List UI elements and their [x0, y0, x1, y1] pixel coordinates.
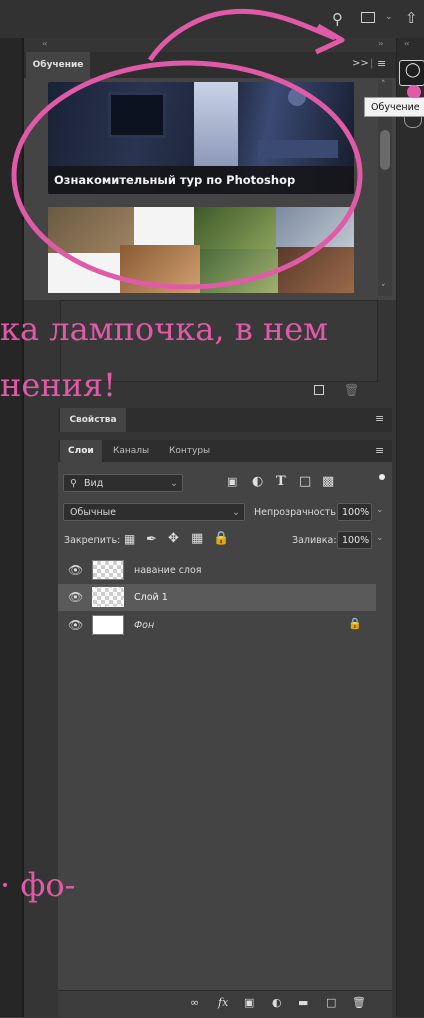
- delete-layer-icon[interactable]: 🗑: [352, 996, 366, 1009]
- visibility-eye-icon[interactable]: 👁: [68, 563, 83, 577]
- brush-icon[interactable]: ✒: [146, 532, 157, 547]
- new-layer-icon[interactable]: □: [326, 996, 336, 1009]
- chevron-down-icon: ⌄: [232, 507, 240, 518]
- group-folder-icon[interactable]: ▬: [298, 996, 308, 1009]
- trash-icon: 🗑: [344, 383, 360, 397]
- layer-name[interactable]: навание слоя: [134, 565, 202, 576]
- fill-input[interactable]: 100%: [337, 531, 372, 549]
- layer-filter-label: Вид: [84, 478, 104, 489]
- layer-thumbnail: [92, 560, 124, 580]
- layers-menu-icon[interactable]: ≡: [375, 444, 384, 457]
- chevron-down-icon[interactable]: ⌄: [376, 533, 384, 543]
- blend-mode-value: Обычные: [70, 507, 117, 518]
- adjustment-layer-icon[interactable]: ◐: [272, 996, 282, 1009]
- opacity-input[interactable]: 100%: [337, 503, 372, 521]
- filter-smart-object-icon[interactable]: ▩: [322, 474, 334, 489]
- layer-row[interactable]: 👁 Фон 🔒: [58, 612, 376, 639]
- tab-layers[interactable]: Слои: [68, 440, 94, 462]
- filter-shape-icon[interactable]: □: [299, 474, 311, 489]
- tab-paths[interactable]: Контуры: [169, 440, 210, 462]
- properties-menu-icon[interactable]: ≡: [375, 412, 384, 425]
- lock-transparent-icon[interactable]: ▦: [124, 532, 135, 546]
- mask-icon[interactable]: ▣: [244, 996, 254, 1009]
- layer-row-selected[interactable]: 👁 Слой 1: [58, 584, 376, 611]
- layers-header: [58, 440, 392, 462]
- layer-filter-select[interactable]: ⚲ Вид ⌄: [63, 474, 183, 492]
- overlay-text-line3: · фо-: [0, 866, 76, 904]
- new-item-icon[interactable]: [314, 385, 324, 395]
- lock-label: Закрепить:: [64, 535, 121, 546]
- layer-thumbnail: [92, 587, 124, 607]
- visibility-eye-icon[interactable]: 👁: [68, 590, 83, 604]
- overlay-text-line1: ка лампочка, в нем: [0, 310, 329, 348]
- fx-icon[interactable]: fx: [218, 996, 228, 1009]
- filter-type-icon[interactable]: T: [276, 474, 286, 489]
- tab-properties[interactable]: Свойства: [60, 408, 126, 432]
- filter-toggle-icon[interactable]: [379, 474, 385, 480]
- link-layers-icon[interactable]: ∞: [190, 996, 199, 1009]
- lock-icon: 🔒: [348, 617, 362, 630]
- layer-name[interactable]: Фон: [134, 620, 154, 631]
- search-icon: ⚲: [70, 478, 77, 489]
- filter-adjustment-icon[interactable]: ◐: [252, 474, 263, 489]
- blend-mode-select[interactable]: Обычные ⌄: [63, 503, 245, 521]
- fill-label: Заливка:: [292, 535, 337, 546]
- move-icon[interactable]: ✥: [168, 531, 179, 546]
- annotation-circle-and-arrow: [11, 8, 363, 290]
- opacity-label: Непрозрачность:: [254, 507, 340, 518]
- overlay-text-line2: нения!: [0, 366, 116, 404]
- lock-all-icon[interactable]: 🔒: [213, 531, 229, 546]
- filter-pixel-icon[interactable]: ▣: [227, 475, 237, 488]
- layer-row[interactable]: 👁 навание слоя: [58, 557, 376, 584]
- chevron-down-icon: ⌄: [170, 478, 178, 489]
- tab-channels[interactable]: Каналы: [113, 440, 149, 462]
- layer-thumbnail: [92, 615, 124, 635]
- chevron-down-icon[interactable]: ⌄: [376, 505, 384, 515]
- visibility-eye-icon[interactable]: 👁: [68, 618, 83, 632]
- layer-name[interactable]: Слой 1: [134, 592, 168, 603]
- artboard-icon[interactable]: ▦: [191, 531, 203, 546]
